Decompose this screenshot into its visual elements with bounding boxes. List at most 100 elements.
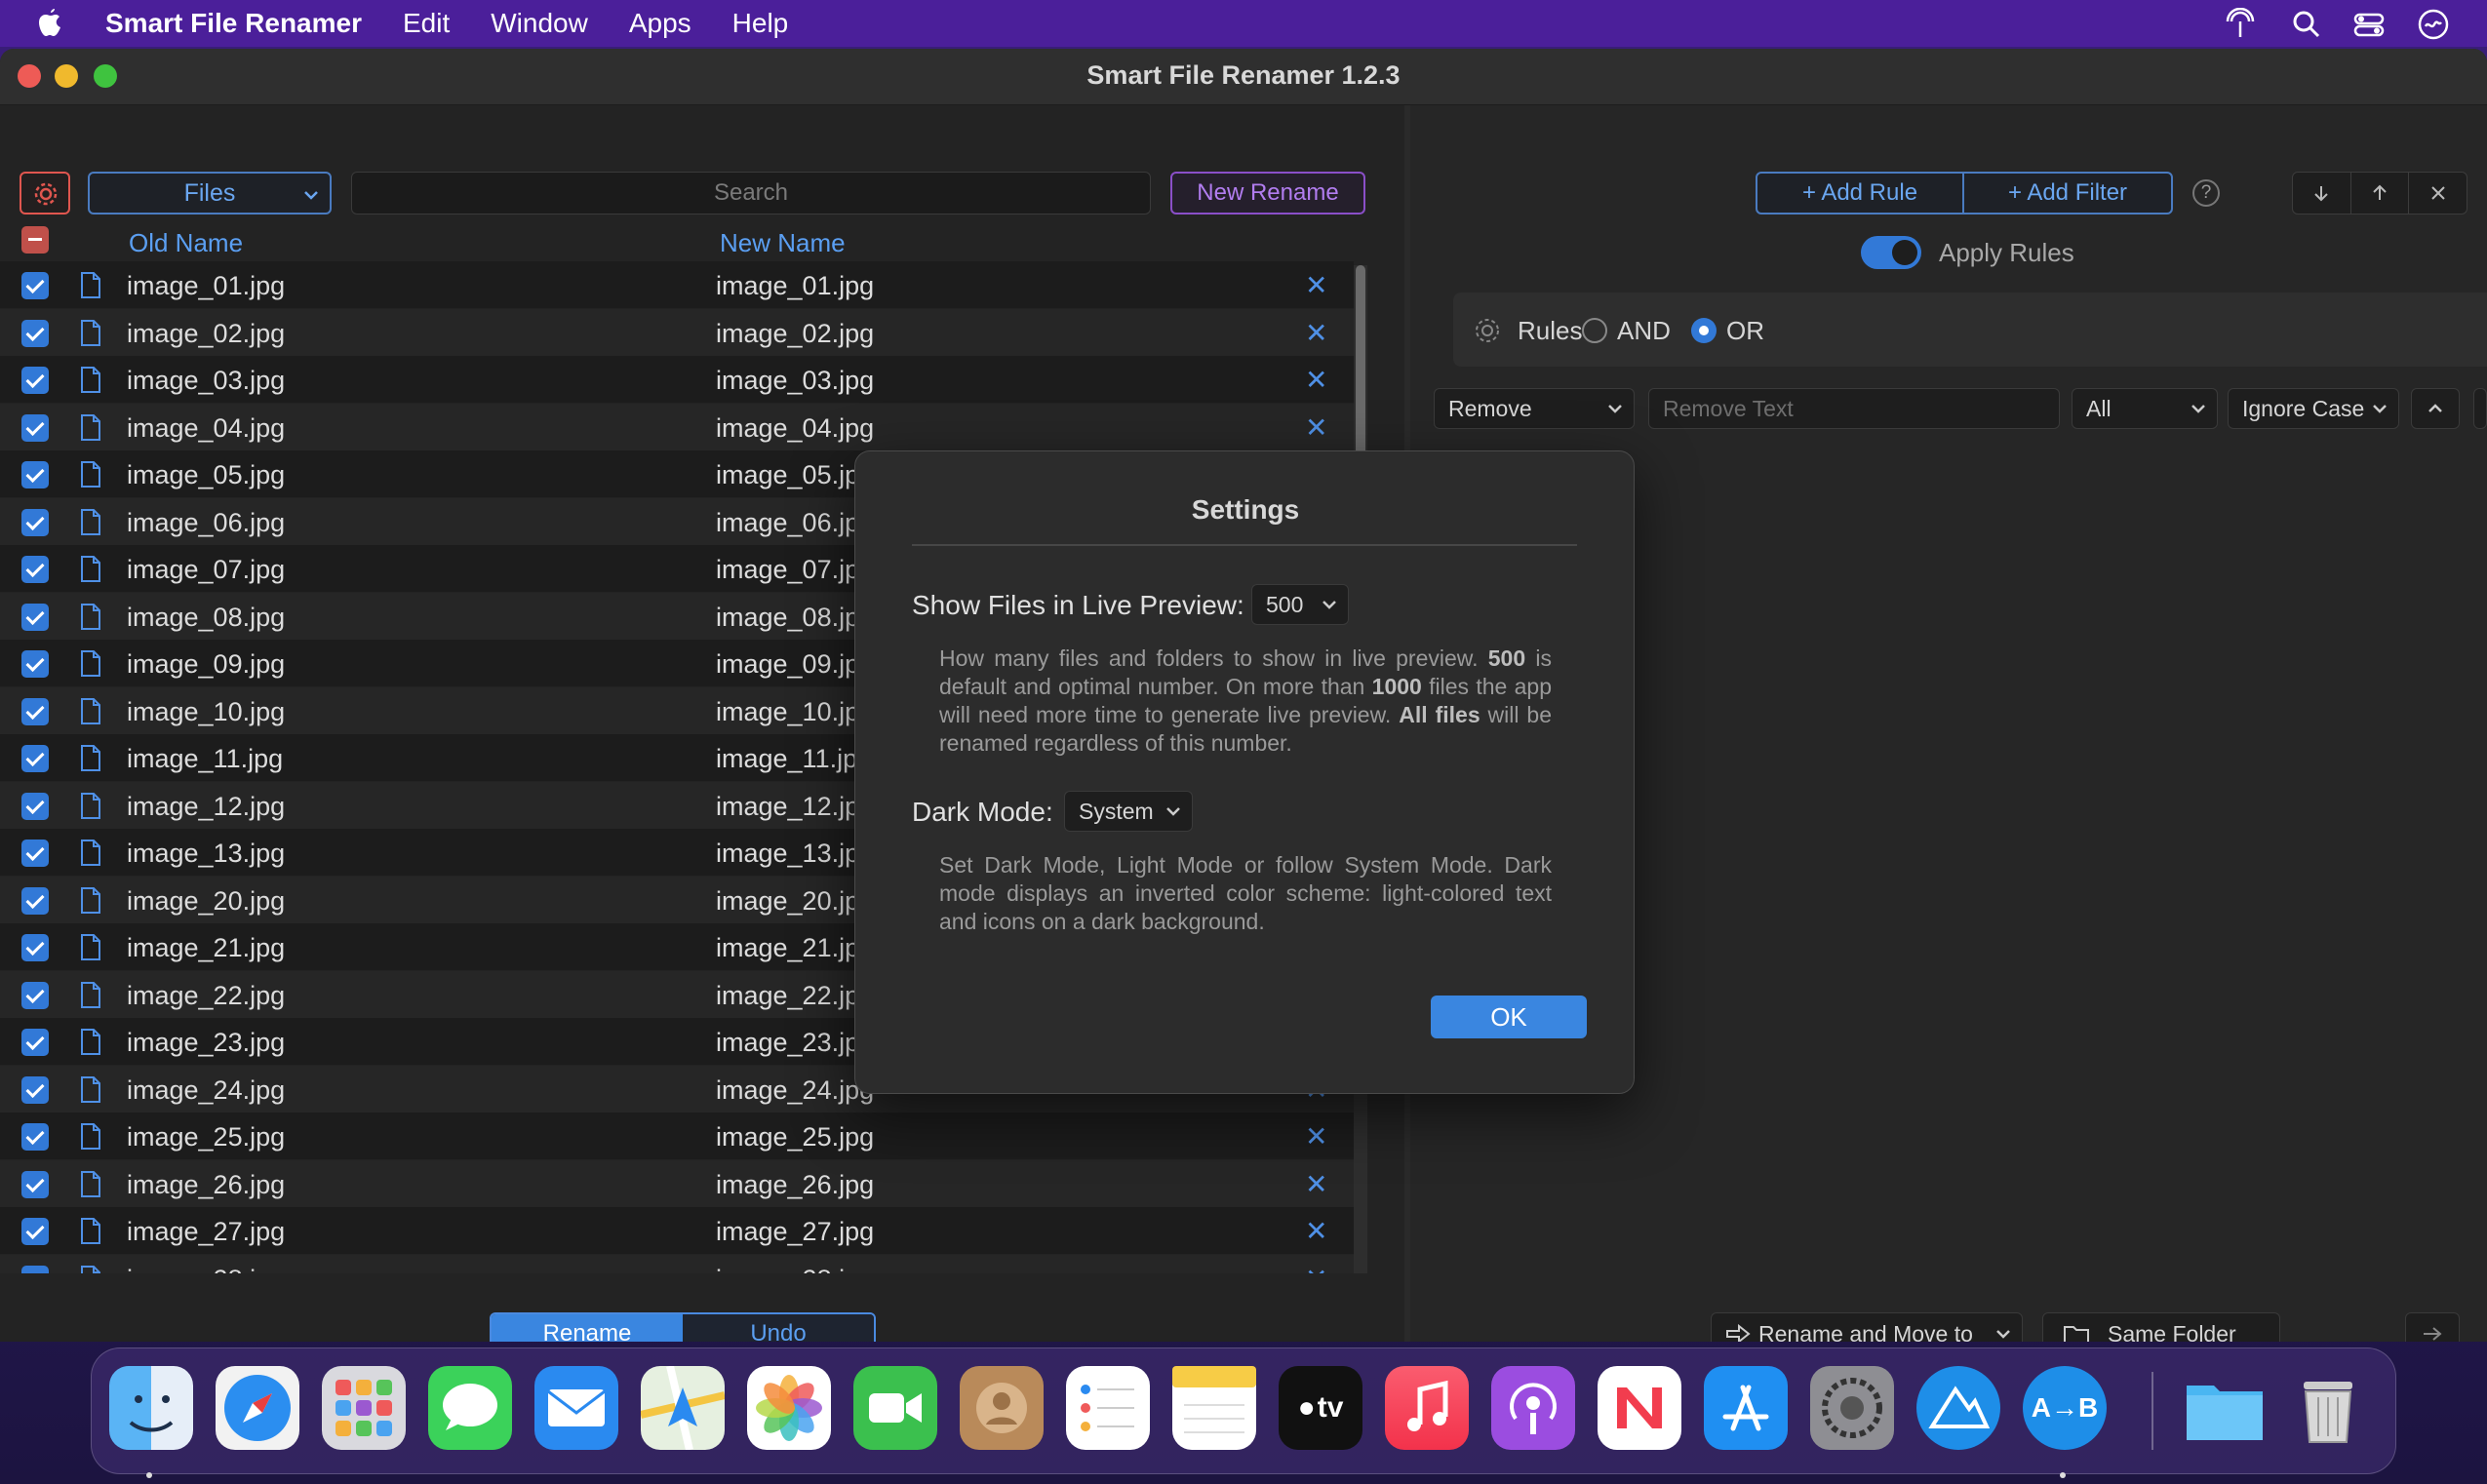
add-filter-button[interactable]: + Add Filter — [1964, 174, 2171, 213]
table-row[interactable]: image_27.jpg image_27.jpg ✕ — [0, 1207, 1354, 1254]
row-checkbox[interactable] — [21, 461, 49, 488]
go-button[interactable] — [2405, 1312, 2460, 1342]
row-checkbox[interactable] — [21, 413, 49, 442]
row-checkbox[interactable] — [21, 1265, 49, 1273]
tv-icon[interactable]: ● tv — [1279, 1366, 1362, 1450]
remove-text-input[interactable]: Remove Text — [1648, 388, 2060, 429]
menu-help[interactable]: Help — [732, 8, 789, 39]
menu-apps[interactable]: Apps — [629, 8, 691, 39]
row-checkbox[interactable] — [21, 508, 49, 536]
search-input[interactable]: Search — [351, 172, 1151, 215]
row-checkbox[interactable] — [21, 697, 49, 725]
select-all-checkbox[interactable] — [21, 226, 49, 254]
messages-icon[interactable] — [428, 1366, 512, 1450]
music-icon[interactable] — [1385, 1366, 1469, 1450]
menu-app-name[interactable]: Smart File Renamer — [105, 8, 362, 39]
table-row[interactable]: image_26.jpg image_26.jpg ✕ — [0, 1159, 1354, 1207]
row-checkbox[interactable] — [21, 556, 49, 583]
facetime-icon[interactable] — [853, 1366, 937, 1450]
rename-button[interactable]: Rename — [492, 1314, 683, 1342]
new-rename-button[interactable]: New Rename — [1170, 172, 1365, 215]
maps-icon[interactable] — [641, 1366, 725, 1450]
remove-file-icon[interactable]: ✕ — [1305, 1263, 1327, 1274]
table-row[interactable]: image_04.jpg image_04.jpg ✕ — [0, 403, 1354, 450]
row-checkbox[interactable] — [21, 1075, 49, 1104]
and-radio[interactable] — [1582, 318, 1607, 343]
trash-icon[interactable] — [2286, 1366, 2370, 1450]
reminders-icon[interactable] — [1066, 1366, 1150, 1450]
gear-icon[interactable] — [1473, 316, 1502, 345]
table-row[interactable]: image_01.jpg image_01.jpg ✕ — [0, 261, 1354, 308]
dark-mode-select[interactable]: System — [1064, 791, 1193, 832]
remove-file-icon[interactable]: ✕ — [1305, 1168, 1327, 1200]
rule-type-select[interactable]: Remove — [1434, 388, 1635, 429]
new-name-column-header[interactable]: New Name — [720, 228, 846, 258]
row-checkbox[interactable] — [21, 745, 49, 772]
undo-button[interactable]: Undo — [683, 1314, 874, 1342]
case-select[interactable]: Ignore Case — [2228, 388, 2399, 429]
old-name-column-header[interactable]: Old Name — [129, 228, 243, 258]
row-checkbox[interactable] — [21, 272, 49, 299]
row-checkbox[interactable] — [21, 650, 49, 678]
ok-button[interactable]: OK — [1431, 996, 1587, 1038]
remove-file-icon[interactable]: ✕ — [1305, 364, 1327, 396]
row-checkbox[interactable] — [21, 1029, 49, 1056]
remove-file-icon[interactable]: ✕ — [1305, 269, 1327, 301]
control-center-icon[interactable] — [2352, 8, 2386, 41]
add-rule-button[interactable]: + Add Rule — [1757, 174, 1964, 213]
move-up-button[interactable] — [2351, 173, 2410, 214]
row-checkbox[interactable] — [21, 981, 49, 1009]
destination-folder-button[interactable]: Same Folder — [2042, 1312, 2280, 1342]
remove-file-icon[interactable]: ✕ — [1305, 317, 1327, 349]
spotlight-search-icon[interactable] — [2290, 8, 2323, 41]
rule-scope-select[interactable]: All — [2072, 388, 2218, 429]
settings-button[interactable] — [20, 172, 70, 215]
a-to-b-icon[interactable]: A→B — [2023, 1366, 2107, 1450]
move-down-button[interactable] — [2293, 173, 2351, 214]
move-mode-select[interactable]: Rename and Move to — [1711, 1312, 2023, 1342]
notes-icon[interactable] — [1172, 1366, 1256, 1450]
menu-window[interactable]: Window — [491, 8, 588, 39]
remove-file-icon[interactable]: ✕ — [1305, 1215, 1327, 1247]
help-icon[interactable]: ? — [2192, 179, 2220, 207]
files-dropdown[interactable]: Files — [88, 172, 332, 215]
downloads-folder-icon[interactable] — [2183, 1366, 2267, 1450]
table-row[interactable]: image_02.jpg image_02.jpg ✕ — [0, 308, 1354, 356]
news-icon[interactable] — [1598, 1366, 1681, 1450]
menu-edit[interactable]: Edit — [403, 8, 450, 39]
row-checkbox[interactable] — [21, 603, 49, 631]
app-store-icon[interactable] — [1704, 1366, 1788, 1450]
table-row[interactable]: image_03.jpg image_03.jpg ✕ — [0, 356, 1354, 403]
delete-rule-button[interactable] — [2409, 173, 2467, 214]
table-row[interactable]: image_28.jpg image_28.jpg ✕ — [0, 1254, 1354, 1274]
apply-rules-toggle[interactable] — [1861, 236, 1921, 269]
table-row[interactable]: image_25.jpg image_25.jpg ✕ — [0, 1113, 1354, 1159]
row-checkbox[interactable] — [21, 367, 49, 394]
scrollbar-thumb[interactable] — [1356, 265, 1365, 460]
system-settings-icon[interactable] — [1810, 1366, 1894, 1450]
siri-icon[interactable] — [2417, 8, 2450, 41]
contacts-icon[interactable] — [960, 1366, 1044, 1450]
show-files-select[interactable]: 500 — [1251, 584, 1349, 625]
remove-file-icon[interactable]: ✕ — [1305, 1120, 1327, 1152]
app-icon-mountain[interactable] — [1916, 1366, 2000, 1450]
apple-icon[interactable] — [37, 8, 64, 39]
safari-icon[interactable] — [216, 1366, 299, 1450]
airdrop-status-icon[interactable] — [2224, 8, 2257, 41]
mail-icon[interactable] — [534, 1366, 618, 1450]
row-checkbox[interactable] — [21, 840, 49, 867]
finder-icon[interactable] — [109, 1366, 193, 1450]
podcasts-icon[interactable] — [1491, 1366, 1575, 1450]
rule-edge-control[interactable] — [2473, 388, 2487, 429]
or-radio[interactable] — [1691, 318, 1717, 343]
row-checkbox[interactable] — [21, 886, 49, 915]
launchpad-icon[interactable] — [322, 1366, 406, 1450]
photos-icon[interactable] — [747, 1366, 831, 1450]
row-checkbox[interactable] — [21, 934, 49, 961]
row-checkbox[interactable] — [21, 1170, 49, 1198]
row-checkbox[interactable] — [21, 1218, 49, 1245]
row-checkbox[interactable] — [21, 792, 49, 820]
collapse-rule-button[interactable] — [2411, 388, 2460, 429]
remove-file-icon[interactable]: ✕ — [1305, 411, 1327, 444]
row-checkbox[interactable] — [21, 1123, 49, 1151]
